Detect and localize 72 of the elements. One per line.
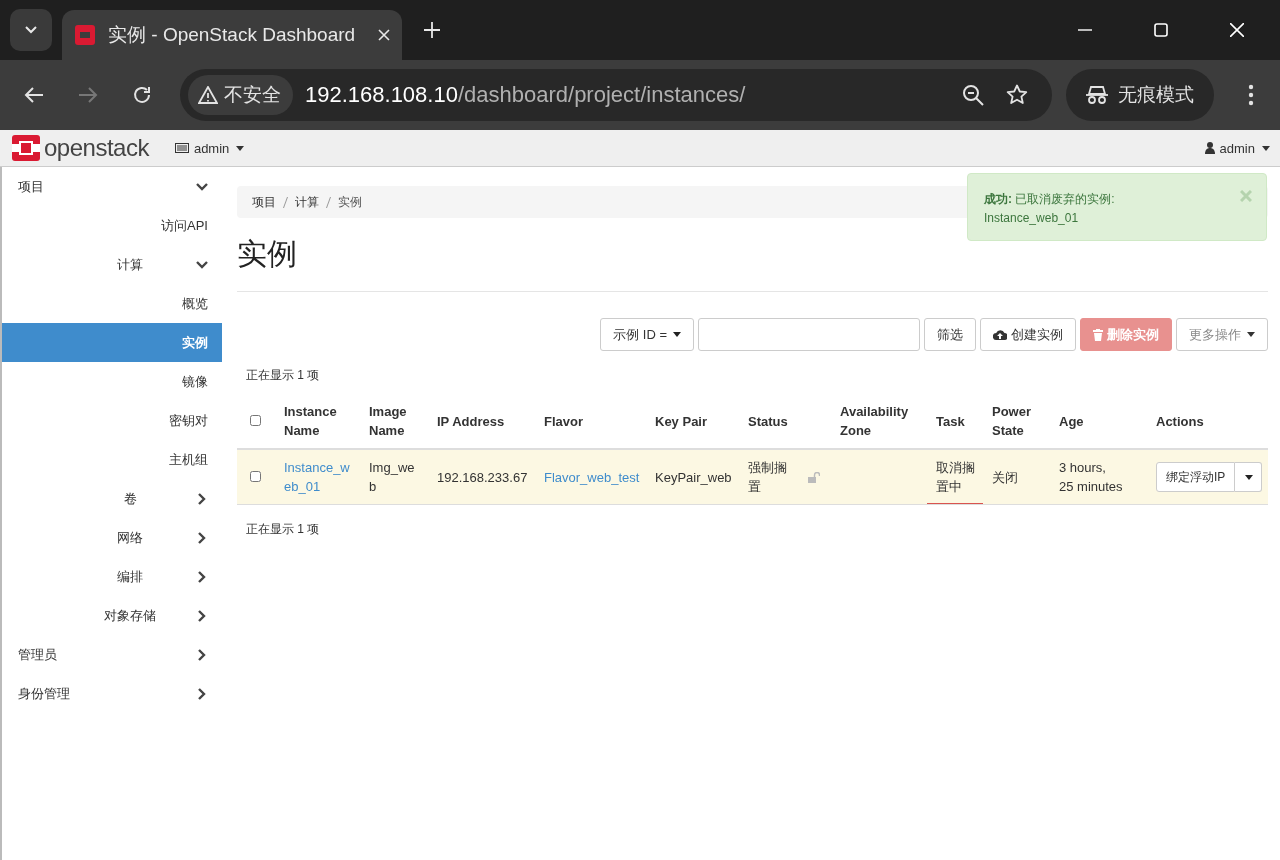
cloud-upload-icon <box>993 329 1007 340</box>
project-dropdown[interactable]: admin <box>174 140 245 156</box>
table-cell-text: Img_web <box>369 459 416 496</box>
address-bar[interactable]: 不安全 192.168.108.10/dashboard/project/instances/ <box>180 69 1052 121</box>
create-instance-button[interactable]: 创建实例 <box>980 318 1076 351</box>
trash-icon <box>1093 328 1103 341</box>
table-cell: 192.168.233.67 <box>437 469 528 485</box>
filter-input[interactable] <box>698 318 920 351</box>
incognito-chip[interactable]: 无痕模式 <box>1066 69 1214 121</box>
sidebar-group[interactable]: 对象存储 <box>2 596 222 635</box>
column-header: Image Name <box>369 404 407 438</box>
openstack-logo[interactable]: openstack <box>12 134 149 162</box>
column-header: Key Pair <box>655 413 708 429</box>
breadcrumb-link[interactable]: 计算 <box>295 193 319 211</box>
column-header: Actions <box>1156 413 1204 429</box>
reload-icon[interactable] <box>132 85 152 105</box>
back-icon[interactable] <box>24 86 44 104</box>
select-all-checkbox[interactable] <box>250 414 261 426</box>
column-header: Flavor <box>544 413 583 429</box>
maximize-icon[interactable] <box>1154 23 1168 37</box>
url-text: 192.168.108.10/dashboard/project/instances/ <box>305 82 746 108</box>
table-cell: KeyPair_web <box>655 469 732 485</box>
item-count: 正在显示 1 项 <box>245 367 321 384</box>
sidebar-group[interactable]: 编排 <box>2 557 222 596</box>
close-icon[interactable] <box>378 29 390 41</box>
forward-icon[interactable] <box>78 86 98 104</box>
column-header: Status <box>748 413 788 429</box>
sidebar-group[interactable]: 网络 <box>2 518 222 557</box>
sidebar-item[interactable]: 密钥对 <box>2 401 222 440</box>
sidebar-item[interactable]: 概览 <box>2 284 222 323</box>
sidebar-section[interactable]: 身份管理 <box>2 674 222 713</box>
server-icon <box>174 143 189 153</box>
associate-ip-button[interactable]: 绑定浮动IP <box>1156 462 1236 492</box>
table-cell-text: 取消搁置中 <box>936 459 976 496</box>
table-cell-text: 3 hours, 25 minutes <box>1059 459 1123 496</box>
column-header: Availability Zone <box>840 404 909 438</box>
browser-tab[interactable]: 实例 - OpenStack Dashboard <box>62 10 402 60</box>
user-icon <box>1204 142 1215 154</box>
new-tab-icon[interactable] <box>424 22 440 38</box>
sidebar-section[interactable]: 项目 <box>2 167 222 206</box>
table-cell-text: 强制搁置 <box>748 459 788 496</box>
star-icon[interactable] <box>1006 84 1028 106</box>
column-header: IP Address <box>437 413 505 429</box>
security-chip[interactable]: 不安全 <box>188 75 293 115</box>
sidebar-item[interactable]: 主机组 <box>2 440 222 479</box>
logo-icon <box>12 135 40 161</box>
row-checkbox[interactable] <box>250 470 261 482</box>
sidebar-group[interactable]: 卷 <box>2 479 222 518</box>
column-header: Age <box>1059 413 1084 429</box>
zoom-icon[interactable] <box>962 84 984 106</box>
alert-message: 成功: 已取消废弃的实例: Instance_web_01 <box>984 191 1116 227</box>
sidebar-item[interactable]: 镜像 <box>2 362 222 401</box>
column-header: Instance Name <box>284 404 337 438</box>
menu-icon[interactable] <box>1248 84 1254 106</box>
filter-button[interactable]: 筛选 <box>924 318 976 351</box>
sidebar-section[interactable]: 管理员 <box>2 635 222 674</box>
sidebar-group[interactable]: 计算 <box>2 245 222 284</box>
sidebar-item[interactable]: 实例 <box>2 323 222 362</box>
openstack-logo-icon <box>74 24 96 46</box>
user-dropdown[interactable]: admin <box>1204 140 1270 156</box>
table-cell: 关闭 <box>992 469 1018 485</box>
sidebar-item[interactable]: 访问API <box>2 206 222 245</box>
breadcrumb-link[interactable]: 项目 <box>252 193 276 211</box>
tab-title: 实例 - OpenStack Dashboard <box>108 23 357 47</box>
incognito-icon <box>1086 85 1108 105</box>
filter-dropdown[interactable]: 示例 ID = <box>600 318 694 351</box>
actions-dropdown-button[interactable] <box>1235 462 1263 492</box>
warning-icon <box>198 86 218 104</box>
item-count: 正在显示 1 项 <box>245 521 321 538</box>
column-header: Power State <box>992 404 1031 438</box>
chevron-down-icon <box>25 26 37 34</box>
column-header: Task <box>936 413 965 429</box>
